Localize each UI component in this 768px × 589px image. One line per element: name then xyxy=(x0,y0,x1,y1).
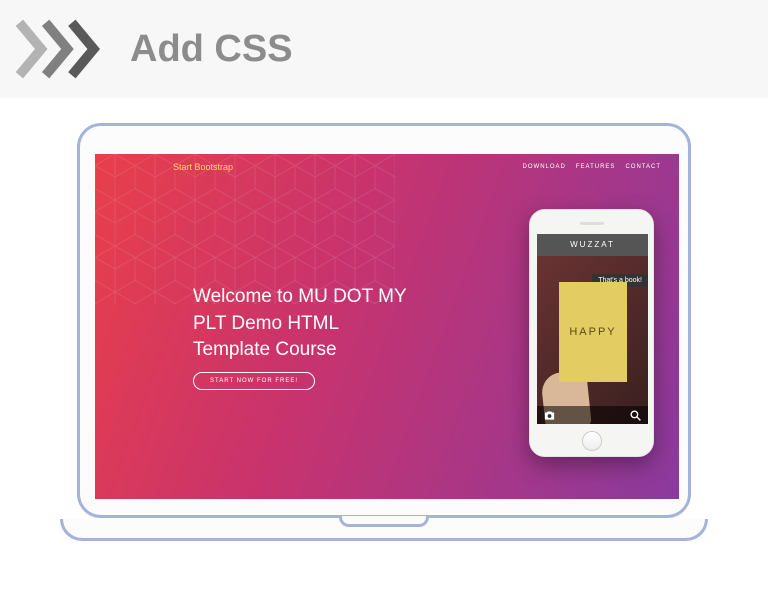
search-icon[interactable] xyxy=(629,409,642,422)
camera-icon[interactable] xyxy=(543,409,556,422)
book-illustration: HAPPY xyxy=(559,282,627,382)
app-title: WUZZAT xyxy=(537,234,648,256)
phone-speaker xyxy=(580,222,604,225)
triple-chevron-icon xyxy=(15,14,120,84)
website-preview: Start Bootstrap DOWNLOAD FEATURES CONTAC… xyxy=(95,154,679,499)
nav-link-features[interactable]: FEATURES xyxy=(576,164,616,170)
phone-screen: WUZZAT That's a book! HAPPY xyxy=(537,234,648,424)
hero-headline: Welcome to MU DOT MY PLT Demo HTML Templ… xyxy=(193,284,413,364)
phone-toolbar xyxy=(537,406,648,424)
background-pattern xyxy=(95,154,395,304)
home-button-icon[interactable] xyxy=(582,431,602,451)
stage: Start Bootstrap DOWNLOAD FEATURES CONTAC… xyxy=(0,98,768,589)
slide-header: Add CSS xyxy=(0,0,768,98)
laptop-illustration: Start Bootstrap DOWNLOAD FEATURES CONTAC… xyxy=(60,123,708,563)
phone-mockup: WUZZAT That's a book! HAPPY xyxy=(529,209,654,457)
nav-link-contact[interactable]: CONTACT xyxy=(625,164,661,170)
slide-title: Add CSS xyxy=(130,28,293,71)
laptop-lid: Start Bootstrap DOWNLOAD FEATURES CONTAC… xyxy=(77,123,691,518)
book-title: HAPPY xyxy=(569,326,616,338)
site-brand[interactable]: Start Bootstrap xyxy=(173,162,233,172)
cta-button[interactable]: START NOW FOR FREE! xyxy=(193,372,315,390)
laptop-notch xyxy=(339,516,429,527)
laptop-base xyxy=(60,519,708,541)
nav-link-download[interactable]: DOWNLOAD xyxy=(523,164,566,170)
site-nav: DOWNLOAD FEATURES CONTACT xyxy=(523,164,661,170)
